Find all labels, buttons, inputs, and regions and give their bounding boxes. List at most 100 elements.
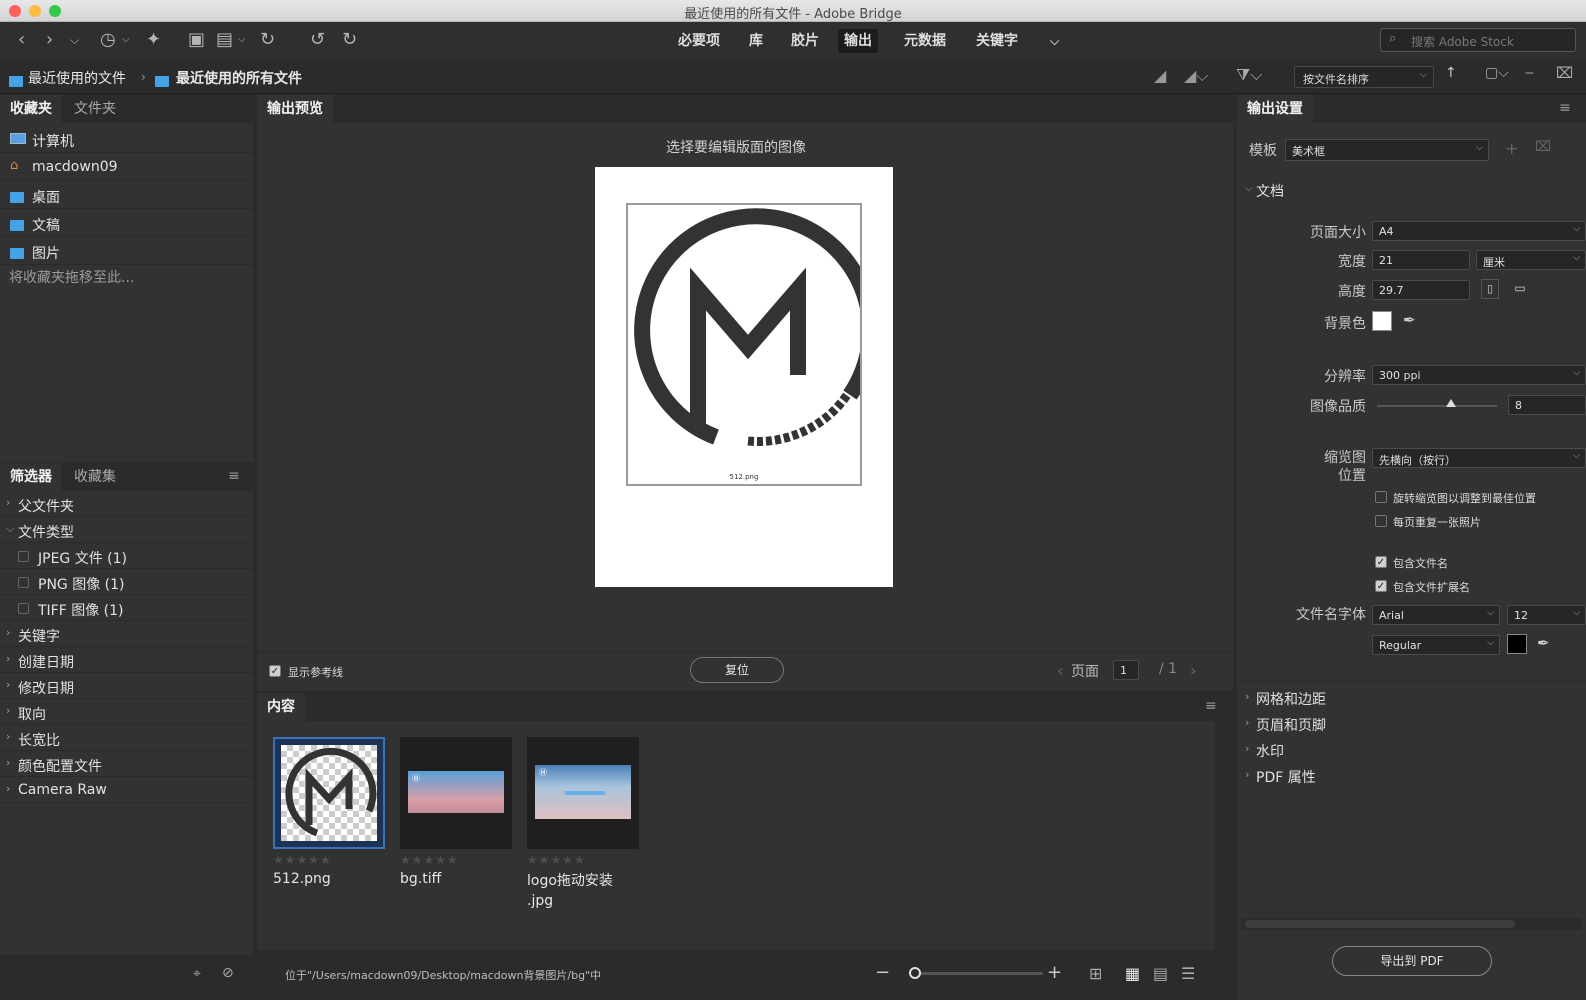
slider-handle[interactable] — [909, 967, 921, 979]
content-scrollbar[interactable] — [1215, 721, 1233, 950]
favorite-documents[interactable]: 文稿 — [0, 209, 253, 237]
page-preview[interactable]: 512.png — [595, 167, 893, 587]
scrollbar-thumb[interactable] — [1245, 920, 1515, 928]
filter-aspect-ratio[interactable]: › 长宽比 — [0, 725, 253, 751]
favorite-desktop[interactable]: 桌面 — [0, 181, 253, 209]
filter-camera-raw[interactable]: › Camera Raw — [0, 777, 253, 803]
boomerang-icon[interactable]: ✦ — [146, 30, 161, 50]
repeat-photo-checkbox[interactable] — [1375, 515, 1387, 527]
chevron-down-icon[interactable]: ⌵ — [122, 30, 130, 50]
favorite-computer[interactable]: 计算机 — [0, 125, 253, 153]
camera-icon[interactable]: ▣ — [188, 30, 205, 50]
tab-content[interactable]: 内容 — [257, 693, 305, 721]
checkbox[interactable] — [18, 551, 29, 562]
background-color-swatch[interactable] — [1372, 311, 1392, 331]
history-dropdown-icon[interactable]: ⌵ — [70, 30, 79, 50]
height-input[interactable]: 29.7 — [1372, 280, 1470, 300]
font-style-dropdown[interactable]: Regular ⌵ — [1372, 635, 1500, 655]
font-family-dropdown[interactable]: Arial ⌵ — [1372, 605, 1500, 625]
tab-folders[interactable]: 文件夹 — [64, 95, 126, 123]
rating-stars[interactable]: ★★★★★ — [400, 853, 512, 867]
filter-tiff[interactable]: TIFF 图像 (1) — [0, 595, 253, 621]
workspace-filmstrip[interactable]: 胶片 — [785, 29, 825, 53]
eyedropper-icon[interactable]: ✒ — [1403, 311, 1416, 329]
filter-date-modified[interactable]: › 修改日期 — [0, 673, 253, 699]
thumbnail-quality-icon[interactable]: ◢⌵ — [1184, 66, 1208, 86]
content-item[interactable]: Ⓜ ★★★★★ logo拖动安装 .jpg — [527, 737, 639, 911]
new-folder-icon[interactable]: ▢⌵ — [1485, 65, 1509, 81]
rotate-right-icon[interactable]: ↻ — [342, 30, 357, 50]
panel-menu-icon[interactable]: ≡ — [1559, 100, 1571, 116]
filter-file-type[interactable]: ⌵ 文件类型 — [0, 517, 253, 543]
page-size-dropdown[interactable]: A4 ⌵ — [1372, 221, 1586, 241]
checkbox[interactable] — [18, 577, 29, 588]
template-dropdown[interactable]: 美术框 ⌵ — [1285, 139, 1489, 161]
stock-search-input[interactable]: ⌕ 搜索 Adobe Stock — [1380, 28, 1576, 52]
watermark-section[interactable]: 水印 — [1256, 741, 1284, 761]
portrait-orientation-icon[interactable]: ▯ — [1481, 279, 1499, 299]
content-item[interactable]: ★★★★★ 512.png — [273, 737, 385, 887]
back-arrow-icon[interactable]: ‹ — [18, 30, 25, 50]
previous-page-icon[interactable]: ‹ — [1057, 661, 1063, 680]
quality-slider[interactable] — [1377, 399, 1497, 407]
sort-ascending-icon[interactable]: ↑ — [1445, 65, 1457, 81]
grid-margins-section[interactable]: 网格和边距 — [1256, 689, 1326, 709]
show-guides-checkbox[interactable]: ✓ — [269, 665, 281, 677]
panel-menu-icon[interactable]: ≡ — [228, 468, 240, 484]
pin-icon[interactable]: ⌖ — [193, 966, 201, 982]
width-input[interactable]: 21 — [1372, 250, 1470, 270]
filter-date-created[interactable]: › 创建日期 — [0, 647, 253, 673]
next-page-icon[interactable]: › — [1190, 661, 1196, 680]
filter-keywords[interactable]: › 关键字 — [0, 621, 253, 647]
font-size-dropdown[interactable]: 12 ⌵ — [1507, 605, 1586, 625]
sort-dropdown[interactable]: 按文件名排序 ⌵ — [1294, 66, 1434, 88]
tab-output-preview[interactable]: 输出预览 — [257, 95, 333, 123]
export-to-pdf-button[interactable]: 导出到 PDF — [1332, 946, 1492, 976]
image-frame[interactable]: 512.png — [626, 203, 862, 486]
breadcrumb-recent-files[interactable]: 最近使用的文件 — [28, 68, 126, 88]
details-view-icon[interactable]: ▤ — [1153, 964, 1168, 983]
include-extension-checkbox[interactable]: ✓ — [1375, 580, 1387, 592]
header-footer-section[interactable]: 页眉和页脚 — [1256, 715, 1326, 735]
filter-orientation[interactable]: › 取向 — [0, 699, 253, 725]
add-template-icon[interactable]: + — [1505, 139, 1518, 158]
filter-color-profile[interactable]: › 颜色配置文件 — [0, 751, 253, 777]
trash-icon[interactable]: ⌧ — [1556, 64, 1573, 82]
open-recent-icon[interactable]: ‒ — [1525, 65, 1534, 81]
include-filename-checkbox[interactable]: ✓ — [1375, 556, 1387, 568]
workspace-libraries[interactable]: 库 — [743, 29, 769, 53]
tab-output-settings[interactable]: 输出设置 — [1237, 95, 1313, 123]
page-number-input[interactable]: 1 — [1113, 660, 1139, 680]
tab-collections[interactable]: 收藏集 — [64, 463, 126, 491]
thumbnail-view-icon[interactable]: ▦ — [1125, 964, 1140, 983]
thumbnail-position-dropdown[interactable]: 先横向（按行） ⌵ — [1372, 448, 1586, 468]
rating-stars[interactable]: ★★★★★ — [527, 853, 639, 867]
zoom-out-icon[interactable]: − — [875, 962, 890, 983]
workspace-metadata[interactable]: 元数据 — [898, 29, 952, 53]
thumbnail-size-slider[interactable] — [909, 967, 1043, 979]
reset-button[interactable]: 复位 — [690, 657, 784, 683]
horizontal-scrollbar[interactable] — [1241, 918, 1582, 930]
slider-handle[interactable] — [1446, 399, 1457, 407]
favorite-pictures[interactable]: 图片 — [0, 237, 253, 265]
unit-dropdown[interactable]: 厘米 ⌵ — [1476, 250, 1586, 270]
favorite-home[interactable]: ⌂ macdown09 — [0, 153, 253, 181]
clear-filter-icon[interactable]: ⊘ — [222, 965, 234, 981]
recent-clock-icon[interactable]: ◷ — [100, 30, 116, 50]
tab-favorites[interactable]: 收藏夹 — [0, 95, 62, 123]
forward-arrow-icon[interactable]: › — [46, 30, 53, 50]
item-thumbnail[interactable]: Ⓜ — [527, 737, 639, 849]
sync-icon[interactable]: ↻ — [260, 30, 275, 50]
checkbox[interactable] — [18, 603, 29, 614]
rating-stars[interactable]: ★★★★★ — [273, 853, 385, 867]
workspace-essentials[interactable]: 必要项 — [672, 29, 726, 53]
rotate-thumbnail-checkbox[interactable] — [1375, 491, 1387, 503]
item-thumbnail[interactable] — [273, 737, 385, 849]
list-view-icon[interactable]: ☰ — [1181, 964, 1195, 983]
font-color-swatch[interactable] — [1507, 634, 1527, 654]
resolution-dropdown[interactable]: 300 ppi ⌵ — [1372, 365, 1586, 385]
workspace-output[interactable]: 输出 — [838, 29, 878, 53]
workspace-keywords[interactable]: 关键字 — [970, 29, 1024, 53]
grid-lock-icon[interactable]: ⊞ — [1089, 964, 1102, 983]
refine-icon[interactable]: ▤ — [216, 30, 233, 50]
